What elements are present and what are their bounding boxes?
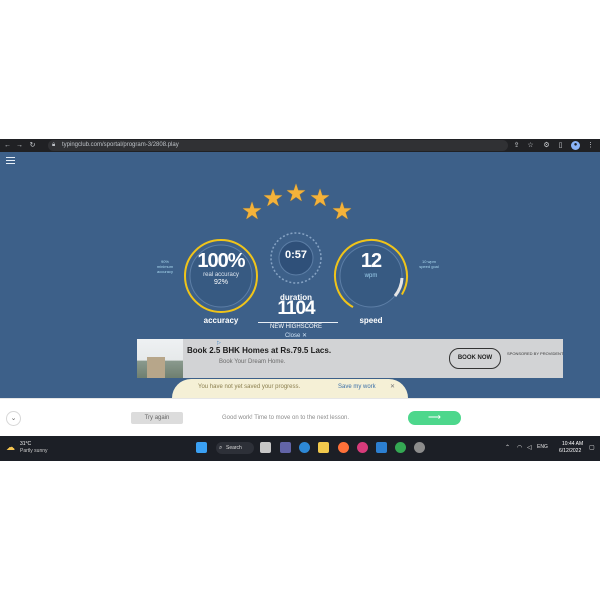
clock-time[interactable]: 10:44 AM [562,441,583,447]
close-score-link[interactable]: Close ✕ [256,332,336,339]
wifi-icon[interactable]: ◠ [517,444,522,451]
real-accuracy-value: 92% [213,279,228,286]
url-text: typingclub.com/sportal/program-3/2808.pl… [62,142,179,148]
screen: ← → ↻ 🔒︎ typingclub.com/sportal/program-… [0,139,600,461]
lesson-footer: ⌄ Try again Good work! Time to move on t… [0,398,600,436]
speed-goal-label: 10 wpm speed goal [419,259,439,269]
teams-icon[interactable] [280,442,291,453]
close-banner-icon[interactable]: ✕ [390,383,395,390]
chrome-icon[interactable] [395,442,406,453]
accuracy-value: 100% [197,250,245,272]
start-icon[interactable] [196,442,207,453]
ad-sponsor-label: SPONSORED BY PROVIDENT [507,351,564,356]
forward-icon[interactable]: → [15,141,24,150]
weather-desc[interactable]: Partly sunny [20,448,48,454]
real-accuracy-label: real accuracy [203,272,239,278]
share-icon[interactable]: ⇪ [512,141,521,150]
ad-banner[interactable]: ▷ Book 2.5 BHK Homes at Rs.79.5 Lacs. Bo… [137,339,563,378]
file-explorer-icon[interactable] [318,442,329,453]
score-divider [258,322,338,323]
settings-icon[interactable] [414,442,425,453]
try-again-button[interactable]: Try again [131,412,183,424]
speed-unit: wpm [364,273,378,279]
chevron-down-icon[interactable]: ⌄ [6,411,21,426]
browser-toolbar: ← → ↻ 🔒︎ typingclub.com/sportal/program-… [0,139,600,152]
accuracy-caption: accuracy [203,316,239,325]
volume-icon[interactable]: ◁ [527,444,532,451]
tray-chevron-icon[interactable]: ⌃ [505,444,510,451]
notification-icon[interactable]: ▢ [589,444,595,451]
lock-icon: 🔒︎ [52,142,56,148]
save-progress-banner: You have not yet saved your progress. Sa… [172,379,408,398]
bookmark-star-icon[interactable]: ☆ [526,141,535,150]
next-lesson-message: Good work! Time to move on to the next l… [222,415,350,421]
speed-caption: speed [359,316,383,325]
firefox-icon[interactable] [338,442,349,453]
address-bar[interactable]: 🔒︎ typingclub.com/sportal/program-3/2808… [48,140,508,151]
duration-value: 0:57 [284,249,308,261]
edge-icon[interactable] [299,442,310,453]
ad-title[interactable]: Book 2.5 BHK Homes at Rs.79.5 Lacs. [187,346,331,355]
menu-kebab-icon[interactable]: ⋮ [586,141,595,150]
accuracy-min-label: 90% minimum accuracy [156,259,174,274]
search-icon: ⌕ [219,445,223,451]
book-now-button[interactable]: BOOK NOW [449,348,501,369]
clock-date[interactable]: 6/12/2022 [559,448,581,454]
speed-value: 12 [360,250,382,272]
search-label: Search [226,445,242,451]
back-icon[interactable]: ← [3,141,12,150]
windows-taskbar: ☁ 31°C Partly sunny ⌕ Search ⌃ ◠ ◁ ENG 1… [0,436,600,461]
save-progress-message: You have not yet saved your progress. [198,384,301,390]
app-icon[interactable] [357,442,368,453]
taskbar-search[interactable]: ⌕ Search [216,442,254,454]
results-page: ★ ★ ★ ★ ★ 90% minimum accuracy 100% real… [0,152,600,398]
save-my-work-link[interactable]: Save my work [338,384,376,390]
ad-subtitle: Book Your Dream Home. [219,359,286,365]
highscore-label: NEW HIGHSCORE [269,324,322,330]
task-view-icon[interactable] [260,442,271,453]
weather-icon[interactable]: ☁ [6,442,15,453]
profile-avatar[interactable]: ● [571,141,580,150]
weather-temp[interactable]: 31°C [20,441,31,447]
extensions-icon[interactable]: ⚙ [542,141,551,150]
sidebar-icon[interactable]: ▯ [556,141,565,150]
ad-image [137,339,183,378]
next-lesson-button[interactable]: ⟶ [408,411,461,425]
language-label[interactable]: ENG [537,444,548,450]
score-value: 1104 [277,298,315,319]
reload-icon[interactable]: ↻ [28,141,37,150]
vscode-icon[interactable] [376,442,387,453]
